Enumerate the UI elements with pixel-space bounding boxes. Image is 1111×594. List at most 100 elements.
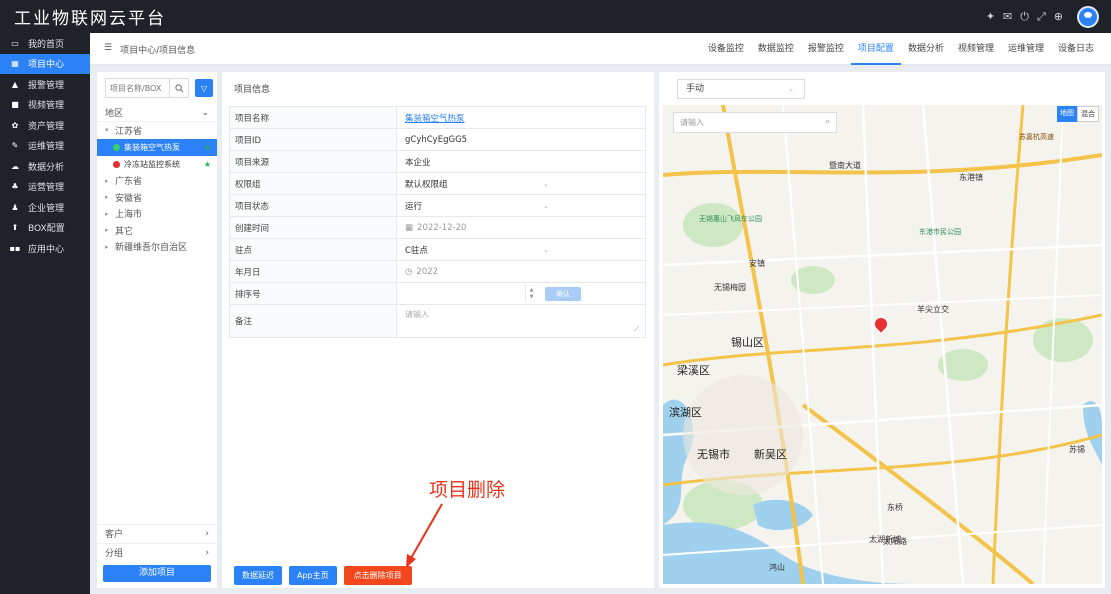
form-row-status: 项目状态 运行 ⌄ [230, 195, 646, 217]
created-date-field[interactable]: ▦ 2022-12-20 [397, 217, 646, 238]
filter-icon: ▽ [200, 83, 208, 93]
shirt-icon[interactable]: ✦ [986, 10, 995, 24]
tab-device-monitor[interactable]: 设备监控 [701, 33, 751, 65]
chevron-down-icon: ⌄ [788, 85, 794, 93]
app-home-button[interactable]: App主页 [289, 566, 337, 585]
top-bar: 工业物联网云平台 ✦ ✉ ⏻ ⤢ ⊕ [0, 0, 1111, 33]
chevron-right-icon: › [205, 547, 209, 558]
mode-select[interactable]: 手动 ⌄ [677, 79, 805, 99]
tree-node-other[interactable]: ▸ 其它 [97, 222, 217, 239]
map-label: 无锡惠山飞风车公园 [699, 215, 762, 223]
power-icon[interactable]: ⏻ [1020, 10, 1029, 24]
tree-node-label: 新疆维吾尔自治区 [115, 243, 188, 254]
tree-leaf-heat-pump[interactable]: 集装箱空气热泵 ★ [97, 138, 217, 156]
sidebar-item-label: 运营管理 [28, 183, 65, 194]
region-group-label: 地区 [105, 109, 124, 119]
sidebar-item-maintenance[interactable]: ✎ 运维管理 [0, 136, 90, 157]
group-group-header[interactable]: 分组 › [97, 543, 217, 561]
caret-right-icon: ▸ [105, 242, 109, 251]
sidebar-item-box-config[interactable]: ⬆ BOX配置 [0, 218, 90, 239]
page-header: ☰ 项目中心/项目信息 设备监控 数据监控 报警监控 项目配置 数据分析 视频管… [90, 33, 1111, 65]
tab-data-analysis[interactable]: 数据分析 [901, 33, 951, 65]
chevron-right-icon: › [205, 528, 209, 539]
form-row-source: 项目来源 本企业 [230, 151, 646, 173]
sidebar-item-assets[interactable]: ✿ 资产管理 [0, 115, 90, 136]
sidebar-item-label: 视频管理 [28, 101, 65, 112]
search-icon[interactable]: ⌕ [825, 113, 830, 132]
sidebar-item-home[interactable]: ▭ 我的首页 [0, 33, 90, 54]
filter-button[interactable]: ▽ [195, 79, 213, 97]
monitor-icon: ▭ [11, 38, 19, 48]
customer-group-header[interactable]: 客户 › [97, 524, 217, 542]
top-toolbar: ✦ ✉ ⏻ ⤢ ⊕ [986, 10, 1063, 24]
chevron-down-icon: ⌄ [543, 179, 549, 188]
star-icon[interactable]: ★ [204, 143, 211, 152]
add-project-button[interactable]: 添加项目 [103, 565, 211, 582]
status-select[interactable]: 运行 ⌄ [397, 195, 646, 216]
confirm-button[interactable]: 确认 [545, 287, 581, 301]
caret-down-icon[interactable]: ▼ [530, 294, 534, 301]
tab-device-log[interactable]: 设备日志 [1051, 33, 1101, 65]
sidebar-item-operations[interactable]: ♣ 运营管理 [0, 177, 90, 198]
tree-leaf-cold-station[interactable]: 冷冻站监控系统 ★ [97, 156, 217, 173]
stepper-arrows[interactable]: ▲ ▼ [525, 285, 537, 302]
data-delay-button[interactable]: 数据延迟 [234, 566, 282, 585]
station-select[interactable]: C驻点 ⌄ [397, 239, 646, 260]
tab-video-management[interactable]: 视频管理 [951, 33, 1001, 65]
tab-data-monitor[interactable]: 数据监控 [751, 33, 801, 65]
map-label: 苏锡 [1069, 445, 1085, 454]
sidebar-item-apps[interactable]: ▪▪ 应用中心 [0, 238, 90, 259]
project-name-link[interactable]: 集装箱空气热泵 [397, 107, 646, 128]
form-label: 权限组 [230, 173, 397, 194]
tree-node-anhui[interactable]: ▸ 安徽省 [97, 189, 217, 206]
permission-select[interactable]: 默认权限组 ⌄ [397, 173, 646, 194]
gear-icon: ✿ [11, 120, 19, 130]
tree-node-xinjiang[interactable]: ▸ 新疆维吾尔自治区 [97, 239, 217, 256]
map-search-input[interactable]: 请输入 ⌕ [673, 112, 837, 133]
tab-maintenance-management[interactable]: 运维管理 [1001, 33, 1051, 65]
fullscreen-icon[interactable]: ⤢ [1037, 10, 1046, 24]
status-dot [113, 160, 120, 168]
region-group-header[interactable]: 地区 ⌄ [97, 104, 217, 122]
star-icon[interactable]: ★ [204, 160, 211, 169]
settings-icon[interactable]: ⊕ [1054, 10, 1063, 24]
map-label: 梁溪区 [677, 364, 710, 377]
sidebar-item-enterprise[interactable]: ♟ 企业管理 [0, 197, 90, 218]
sidebar-item-analysis[interactable]: ☁ 数据分析 [0, 156, 90, 177]
tree-node-guangdong[interactable]: ▸ 广东省 [97, 173, 217, 190]
sort-number-stepper[interactable]: ▲ ▼ 确认 [397, 283, 646, 304]
map-canvas[interactable] [663, 105, 1102, 584]
caret-up-icon[interactable]: ▲ [530, 287, 534, 294]
wrench-icon: ✎ [11, 141, 19, 151]
resize-handle-icon[interactable]: ⟋ [634, 325, 639, 334]
sidebar-item-label: 报警管理 [28, 80, 65, 91]
sidebar-item-alarm[interactable]: ▲ 报警管理 [0, 74, 90, 95]
tree-node-jiangsu[interactable]: ▾ 江苏省 [97, 122, 217, 139]
project-id-value: gCyhCyEgGG5 [397, 129, 646, 150]
tab-alarm-monitor[interactable]: 报警监控 [801, 33, 851, 65]
chevron-down-icon: ⌄ [201, 107, 209, 118]
avatar[interactable] [1077, 6, 1099, 28]
map-type-map[interactable]: 地图 [1057, 106, 1077, 122]
sidebar-item-project-center[interactable]: ▦ 项目中心 [0, 53, 90, 74]
tab-project-config[interactable]: 项目配置 [850, 33, 901, 65]
project-search-input[interactable] [105, 78, 169, 98]
status-dot [113, 143, 120, 151]
permission-select-value: 默认权限组 [405, 179, 448, 190]
sidebar-item-label: 运维管理 [28, 142, 65, 153]
map-type-hybrid[interactable]: 混合 [1077, 106, 1099, 122]
tree-node-shanghai[interactable]: ▸ 上海市 [97, 206, 217, 223]
sidebar-item-video[interactable]: ■ 视频管理 [0, 95, 90, 116]
search-button[interactable] [169, 78, 189, 98]
mail-icon[interactable]: ✉ [1003, 10, 1012, 24]
form-row-year: 年月日 ◷ 2022 [230, 261, 646, 283]
map-label: 鸿山 [769, 563, 785, 572]
sidebar-item-label: 我的首页 [28, 39, 65, 50]
cloud-icon: ☁ [11, 161, 19, 171]
year-picker[interactable]: ◷ 2022 [397, 261, 646, 282]
sidebar-item-label: 数据分析 [28, 162, 65, 173]
menu-icon[interactable]: ☰ [104, 43, 112, 56]
remark-textarea[interactable]: 请输入 ⟋ [397, 305, 646, 337]
upload-icon: ⬆ [11, 223, 19, 233]
sidebar-item-label: 资产管理 [28, 121, 65, 132]
